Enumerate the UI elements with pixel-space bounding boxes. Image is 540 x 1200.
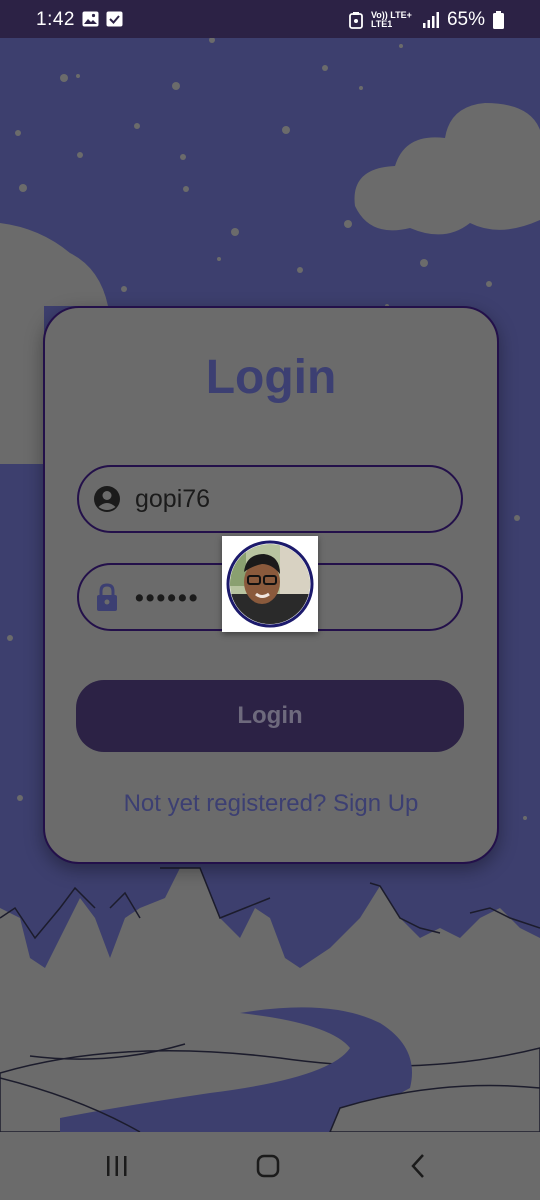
user-icon xyxy=(94,486,120,512)
password-input[interactable]: •••••• xyxy=(135,584,200,613)
navigation-bar xyxy=(0,1132,540,1200)
lock-icon xyxy=(97,583,117,611)
signal-icon xyxy=(422,12,439,28)
home-button[interactable] xyxy=(253,1152,283,1180)
checkbox-icon xyxy=(106,11,123,27)
login-title: Login xyxy=(205,351,337,404)
profile-avatar[interactable] xyxy=(222,536,318,632)
username-input[interactable]: gopi76 xyxy=(135,485,210,514)
gallery-icon xyxy=(82,11,99,27)
login-button[interactable]: Login xyxy=(76,680,464,752)
lock-app-icon xyxy=(349,12,363,29)
battery-icon xyxy=(493,11,504,29)
recents-button[interactable] xyxy=(102,1152,132,1180)
network-label: Vo)) LTE+ LTE1 xyxy=(370,10,412,29)
back-button[interactable] xyxy=(404,1152,434,1180)
username-field[interactable]: gopi76 xyxy=(77,465,463,533)
status-time: 1:42 xyxy=(36,9,75,30)
battery-percent: 65% xyxy=(446,9,485,30)
status-bar: 1:42 Vo)) LTE+ LTE1 65% xyxy=(0,0,540,38)
signup-link[interactable]: Not yet registered? Sign Up xyxy=(45,790,497,818)
avatar-image xyxy=(226,540,314,628)
